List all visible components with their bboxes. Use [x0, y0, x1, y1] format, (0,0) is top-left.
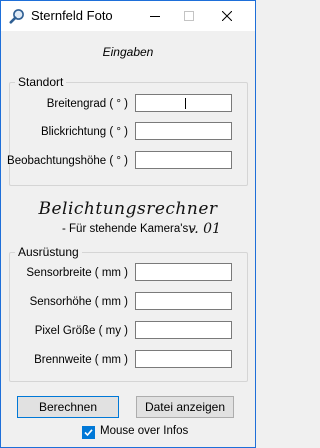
calculate-button[interactable]: Berechnen: [17, 396, 119, 418]
show-file-button[interactable]: Datei anzeigen: [136, 396, 234, 418]
brennweite-input[interactable]: [135, 350, 232, 368]
maximize-button[interactable]: [172, 1, 206, 31]
search-icon: [9, 9, 24, 24]
inputs-heading: Eingaben: [102, 45, 154, 59]
blickrichtung-input[interactable]: [135, 122, 232, 140]
text-caret: [185, 98, 186, 109]
sensorbreite-input[interactable]: [135, 263, 232, 281]
breitengrad-input[interactable]: [135, 94, 232, 112]
sensorhoehe-input[interactable]: [135, 292, 232, 310]
beobachtungshoehe-label: Beobachtungshöhe ( ° ): [7, 155, 128, 167]
app-window: Sternfeld Foto Eingaben Standort Breiten…: [0, 0, 256, 448]
title-bar[interactable]: Sternfeld Foto: [1, 1, 255, 31]
minimize-icon: [150, 16, 160, 17]
window-title: Sternfeld Foto: [31, 8, 113, 23]
pixelgroesse-input[interactable]: [135, 321, 232, 339]
sensorhoehe-label: Sensorhöhe ( mm ): [29, 296, 128, 308]
sensorbreite-label: Sensorbreite ( mm ): [26, 267, 128, 279]
close-icon: [222, 11, 232, 21]
standort-group-title: Standort: [15, 75, 67, 89]
breitengrad-label: Breitengrad ( ° ): [46, 98, 128, 110]
app-branding-subtitle: - Für stehende Kamera's -: [62, 223, 196, 235]
mouseover-checkbox[interactable]: [82, 426, 95, 439]
mouseover-checkbox-label[interactable]: Mouse over Infos: [100, 425, 188, 437]
checkmark-icon: [84, 429, 93, 437]
brennweite-label: Brennweite ( mm ): [34, 354, 128, 366]
app-branding-title: Belichtungsrechner: [38, 199, 218, 219]
app-version: v. 01: [188, 221, 221, 237]
maximize-icon: [184, 11, 194, 21]
beobachtungshoehe-input[interactable]: [135, 151, 232, 169]
minimize-button[interactable]: [138, 1, 172, 31]
pixelgroesse-label: Pixel Größe ( my ): [34, 325, 128, 337]
blickrichtung-label: Blickrichtung ( ° ): [40, 126, 128, 138]
ausruestung-group-title: Ausrüstung: [15, 245, 82, 259]
close-button[interactable]: [210, 1, 244, 31]
